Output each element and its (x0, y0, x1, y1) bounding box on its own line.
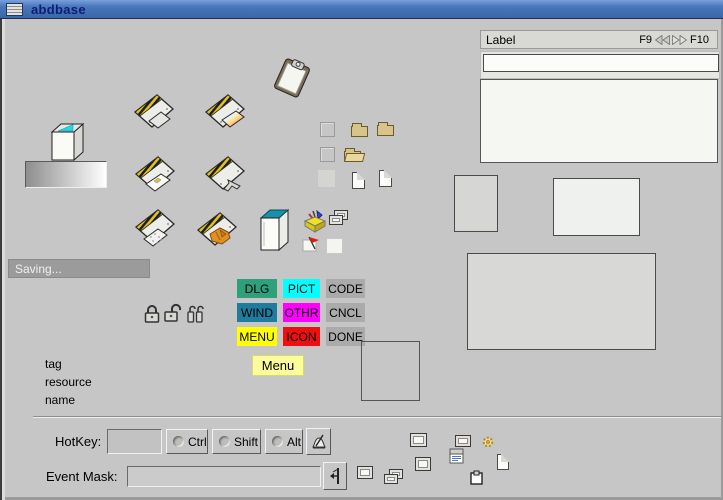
label-input[interactable] (483, 54, 719, 72)
clipboard-icon[interactable] (270, 58, 314, 100)
window-title: abdbase (31, 2, 86, 17)
palette-button-done[interactable]: DONE (326, 327, 365, 346)
label-list[interactable] (480, 79, 718, 163)
open-folder-icon[interactable] (344, 151, 361, 162)
window-frame-icon[interactable] (415, 457, 431, 471)
blank-square-icon[interactable] (326, 238, 343, 254)
flag-icon[interactable] (302, 236, 322, 252)
floppy-disk-icon[interactable] (127, 88, 179, 138)
name-label: name (45, 393, 75, 407)
label-panel-header: Label F9 F10 (480, 30, 718, 49)
floppy-card-icon[interactable] (128, 150, 180, 200)
radio-icon (173, 436, 184, 447)
rewind-icon[interactable] (655, 35, 670, 45)
cascade-windows-icon[interactable] (329, 210, 349, 226)
palette-button-othr[interactable]: OTHR (283, 303, 320, 322)
gradient-bar[interactable] (25, 161, 107, 188)
tag-label: tag (45, 357, 62, 371)
shift-toggle[interactable]: Shift (212, 429, 261, 454)
status-bar: Saving... (8, 259, 150, 278)
label-panel-title: Label (486, 33, 636, 47)
lock-open-icon[interactable] (163, 302, 182, 325)
palette-button-pict[interactable]: PICT (283, 279, 320, 298)
separator (33, 416, 721, 418)
blank-square-icon[interactable] (320, 122, 335, 137)
widget-rect-small[interactable] (454, 175, 498, 232)
blank-square-icon[interactable] (320, 147, 335, 162)
page-icon[interactable] (497, 454, 509, 470)
next-key-label: F10 (690, 34, 709, 46)
toolbox-icon[interactable] (302, 208, 328, 234)
floppy-keypad-icon[interactable] (128, 203, 180, 255)
floppy-picture-icon[interactable] (198, 88, 250, 138)
fast-forward-icon[interactable] (672, 35, 687, 45)
app-window: abdbase Label F9 F10 (0, 0, 723, 500)
prev-key-label: F9 (639, 34, 652, 46)
palette-button-menu[interactable]: MENU (237, 327, 277, 346)
enter-arrow-icon (327, 466, 343, 486)
bell-button[interactable] (306, 428, 331, 455)
radio-icon (272, 436, 283, 447)
event-mask-label: Event Mask: (46, 469, 118, 484)
window-frame-icon[interactable] (455, 435, 471, 447)
palette-button-dlg[interactable]: DLG (237, 279, 277, 298)
shift-toggle-label: Shift (234, 435, 258, 449)
widget-square-outline[interactable] (361, 341, 420, 401)
binder-icon[interactable] (257, 206, 291, 252)
lock-pair-icon[interactable] (186, 303, 204, 325)
enter-arrow-button[interactable] (323, 462, 347, 490)
menu-label[interactable]: Menu (252, 355, 304, 376)
alt-toggle[interactable]: Alt (265, 429, 303, 454)
blank-square-icon[interactable] (318, 170, 335, 187)
palette-grid: DLG PICT CODE WIND OTHR CNCL MENU ICON D… (237, 279, 365, 346)
resource-label: resource (45, 375, 92, 389)
widget-rect-medium[interactable] (553, 178, 640, 236)
status-text: Saving... (15, 262, 62, 276)
palette-button-wind[interactable]: WIND (237, 303, 277, 322)
palette-button-icon[interactable]: ICON (283, 327, 320, 346)
lock-closed-icon[interactable] (143, 303, 161, 325)
gear-icon[interactable] (481, 435, 495, 449)
title-bar[interactable]: abdbase (0, 0, 723, 19)
radio-icon (219, 436, 230, 447)
window-frame-icon[interactable] (410, 433, 427, 447)
cascade-windows-icon[interactable] (384, 469, 404, 485)
floppy-cargo-icon[interactable] (190, 206, 242, 258)
ctrl-toggle-label: Ctrl (188, 435, 207, 449)
folder-icon[interactable] (377, 125, 394, 136)
label-input-frame (480, 51, 720, 79)
bell-slash-icon (311, 434, 327, 450)
hotkey-label: HotKey: (55, 434, 101, 449)
clipboard-small-icon[interactable] (470, 470, 483, 485)
notepad-icon[interactable] (448, 447, 466, 465)
hotkey-input[interactable] (107, 429, 162, 454)
alt-toggle-label: Alt (287, 435, 301, 449)
document-icon[interactable] (379, 170, 392, 187)
ctrl-toggle[interactable]: Ctrl (166, 429, 208, 454)
book-icon[interactable] (46, 120, 86, 164)
palette-button-cncl[interactable]: CNCL (326, 303, 365, 322)
widget-rect-large[interactable] (467, 253, 656, 350)
folder-icon[interactable] (351, 126, 368, 137)
palette-button-code[interactable]: CODE (326, 279, 365, 298)
window-menu-icon[interactable] (6, 3, 23, 16)
floppy-tool-icon[interactable] (198, 150, 250, 200)
label-panel: Label F9 F10 (480, 30, 718, 161)
window-frame-icon[interactable] (357, 466, 373, 479)
event-mask-input[interactable] (127, 466, 321, 487)
document-icon[interactable] (352, 172, 365, 189)
